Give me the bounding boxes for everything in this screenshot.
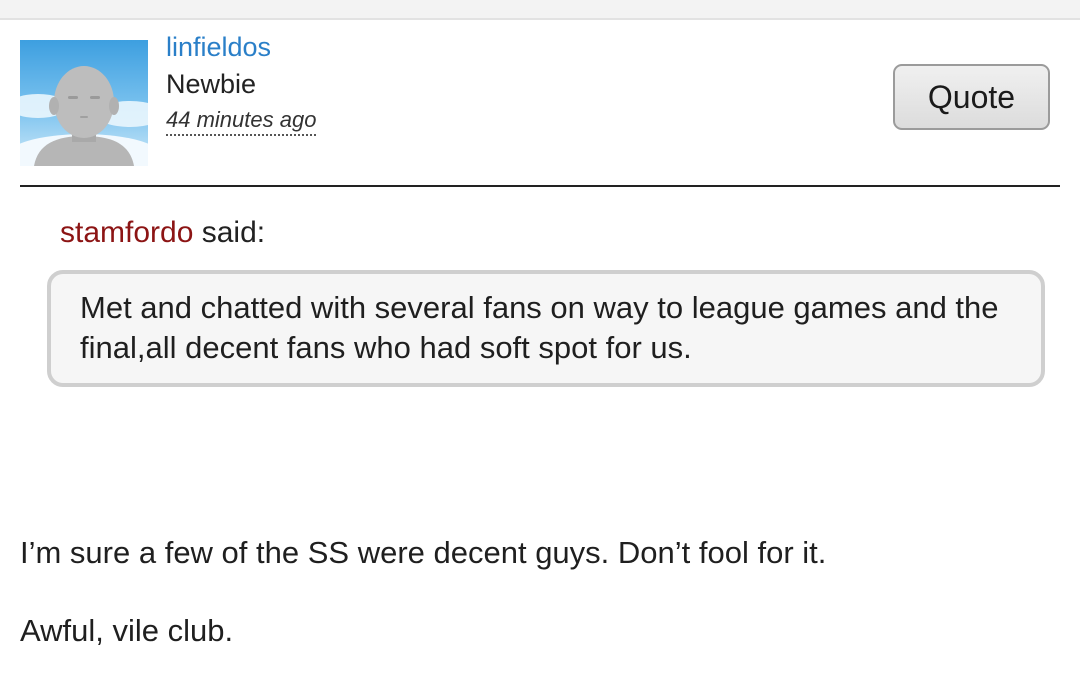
quote-button[interactable]: Quote — [893, 64, 1050, 130]
post-body-paragraph: Awful, vile club. — [20, 613, 234, 648]
forum-post: linfieldos Newbie 44 minutes ago Quote s… — [0, 0, 1080, 680]
quote-text: Met and chatted with several fans on way… — [80, 290, 999, 365]
user-rank: Newbie — [166, 69, 257, 99]
quote-block: Met and chatted with several fans on way… — [47, 270, 1045, 387]
post-body-paragraph: I’m sure a few of the SS were decent guy… — [20, 535, 827, 570]
quoted-author-link[interactable]: stamfordo — [60, 216, 193, 249]
header-divider — [20, 185, 1060, 187]
previous-post-edge — [0, 0, 1080, 20]
default-avatar-icon[interactable] — [20, 40, 148, 166]
username-link[interactable]: linfieldos — [166, 30, 271, 64]
said-label: said: — [193, 216, 266, 249]
quote-attribution: stamfordo said: — [60, 214, 265, 252]
post-timestamp[interactable]: 44 minutes ago — [166, 106, 317, 136]
